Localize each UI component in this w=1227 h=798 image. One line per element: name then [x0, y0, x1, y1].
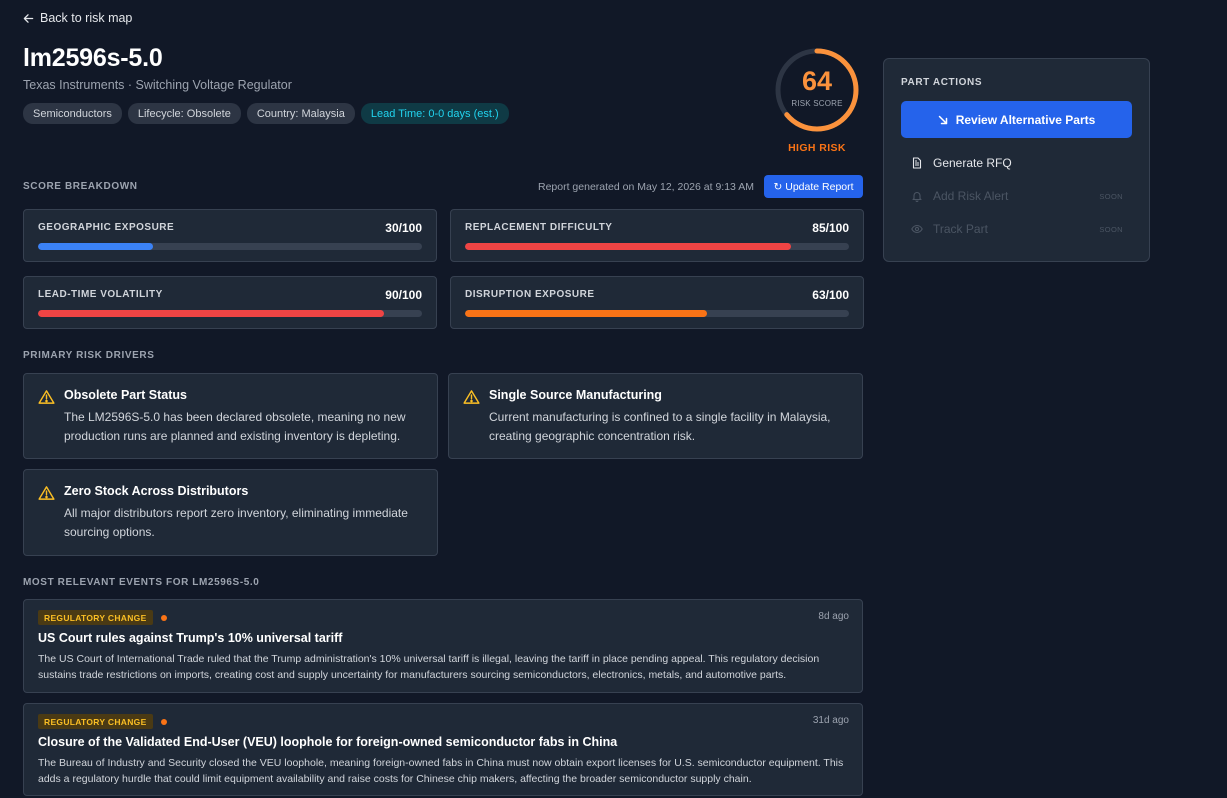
soon-badge: SOON: [1099, 224, 1123, 234]
warning-icon: [463, 390, 480, 404]
score-card-disruption-exposure: DISRUPTION EXPOSURE 63/100: [450, 276, 864, 329]
score-label: REPLACEMENT DIFFICULTY: [465, 222, 613, 233]
risk-level-label: HIGH RISK: [788, 142, 846, 154]
driver-description: Current manufacturing is confined to a s…: [489, 410, 831, 443]
part-actions-title: PART ACTIONS: [901, 77, 983, 88]
document-icon: [912, 157, 922, 169]
severity-dot-icon: [161, 719, 167, 725]
event-card[interactable]: REGULATORY CHANGE 31d ago Closure of the…: [23, 703, 863, 796]
tag-lead-time: Lead Time: 0-0 days (est.): [360, 103, 509, 124]
action-label: Generate RFQ: [933, 156, 1012, 170]
score-label: LEAD-TIME VOLATILITY: [38, 289, 163, 300]
score-value: 30/100: [385, 221, 422, 235]
risk-score-gauge: 64 RISK SCORE: [773, 46, 861, 134]
arrow-left-icon: [23, 13, 34, 23]
event-description: The US Court of International Trade rule…: [38, 653, 820, 681]
score-value: 85/100: [812, 221, 849, 235]
part-risk-page: Back to risk map lm2596s-5.0 Texas Instr…: [0, 0, 1227, 798]
driver-card-obsolete: Obsolete Part Status The LM2596S-5.0 has…: [23, 373, 438, 459]
generate-rfq-action[interactable]: Generate RFQ: [911, 154, 1123, 172]
driver-card-zero-stock: Zero Stock Across Distributors All major…: [23, 469, 438, 556]
tag-category: Semiconductors: [23, 103, 122, 124]
event-description: The Bureau of Industry and Security clos…: [38, 757, 844, 785]
risk-drivers-title: PRIMARY RISK DRIVERS: [23, 350, 155, 361]
score-bar-fill: [38, 310, 384, 317]
review-alternative-parts-button[interactable]: Review Alternative Parts: [901, 101, 1132, 138]
add-risk-alert-action: Add Risk Alert SOON: [911, 187, 1123, 205]
part-subtitle: Texas Instruments · Switching Voltage Re…: [23, 78, 292, 92]
score-label: GEOGRAPHIC EXPOSURE: [38, 222, 175, 233]
score-bar: [38, 243, 422, 250]
driver-description: The LM2596S-5.0 has been declared obsole…: [64, 410, 406, 443]
event-timestamp: 8d ago: [818, 611, 849, 622]
score-bar: [465, 243, 849, 250]
events-title: MOST RELEVANT EVENTS FOR LM2596S-5.0: [23, 577, 260, 588]
score-value: 63/100: [812, 288, 849, 302]
soon-badge: SOON: [1099, 191, 1123, 201]
action-label: Add Risk Alert: [933, 189, 1009, 203]
back-to-risk-map-link[interactable]: Back to risk map: [23, 11, 132, 25]
warning-icon: [38, 390, 55, 404]
score-card-geographic-exposure: GEOGRAPHIC EXPOSURE 30/100: [23, 209, 437, 262]
score-breakdown-title: SCORE BREAKDOWN: [23, 181, 138, 192]
track-part-action: Track Part SOON: [911, 220, 1123, 238]
driver-title: Obsolete Part Status: [64, 388, 187, 402]
event-category-badge: REGULATORY CHANGE: [38, 714, 153, 729]
score-bar-fill: [465, 310, 707, 317]
update-report-label: Update Report: [785, 180, 854, 193]
driver-card-single-source: Single Source Manufacturing Current manu…: [448, 373, 863, 459]
score-bar-fill: [38, 243, 154, 250]
score-bar: [465, 310, 849, 317]
part-title: lm2596s-5.0: [23, 44, 163, 72]
action-label: Track Part: [933, 222, 988, 236]
arrow-down-right-icon: [938, 115, 947, 124]
score-card-lead-time-volatility: LEAD-TIME VOLATILITY 90/100: [23, 276, 437, 329]
event-category-badge: REGULATORY CHANGE: [38, 610, 153, 625]
back-link-label: Back to risk map: [40, 11, 133, 25]
score-label: DISRUPTION EXPOSURE: [465, 289, 595, 300]
tag-lifecycle: Lifecycle: Obsolete: [127, 103, 241, 124]
driver-title: Single Source Manufacturing: [489, 388, 662, 402]
warning-icon: [38, 486, 55, 500]
tag-country: Country: Malaysia: [246, 103, 355, 124]
score-value: 90/100: [385, 288, 422, 302]
eye-icon: [911, 224, 923, 234]
report-generated-text: Report generated on May 12, 2026 at 9:13…: [538, 181, 754, 193]
part-tags: Semiconductors Lifecycle: Obsolete Count…: [23, 103, 509, 124]
event-title: US Court rules against Trump's 10% unive…: [38, 631, 343, 645]
event-title: Closure of the Validated End-User (VEU) …: [38, 735, 618, 749]
refresh-icon: ↻: [773, 180, 783, 193]
score-bar: [38, 310, 422, 317]
score-card-replacement-difficulty: REPLACEMENT DIFFICULTY 85/100: [450, 209, 864, 262]
event-card[interactable]: REGULATORY CHANGE 8d ago US Court rules …: [23, 599, 863, 693]
part-actions-panel: PART ACTIONS Review Alternative Parts Ge…: [883, 58, 1150, 262]
score-bar-fill: [465, 243, 792, 250]
review-alternative-parts-label: Review Alternative Parts: [955, 112, 1096, 127]
driver-title: Zero Stock Across Distributors: [64, 484, 249, 498]
driver-description: All major distributors report zero inven…: [64, 506, 408, 539]
event-timestamp: 31d ago: [812, 715, 849, 726]
bell-icon: [912, 192, 922, 202]
severity-dot-icon: [161, 615, 167, 621]
risk-score-value: 64: [801, 66, 833, 96]
risk-score-label: RISK SCORE: [791, 99, 843, 108]
update-report-button[interactable]: ↻ Update Report: [764, 175, 863, 198]
